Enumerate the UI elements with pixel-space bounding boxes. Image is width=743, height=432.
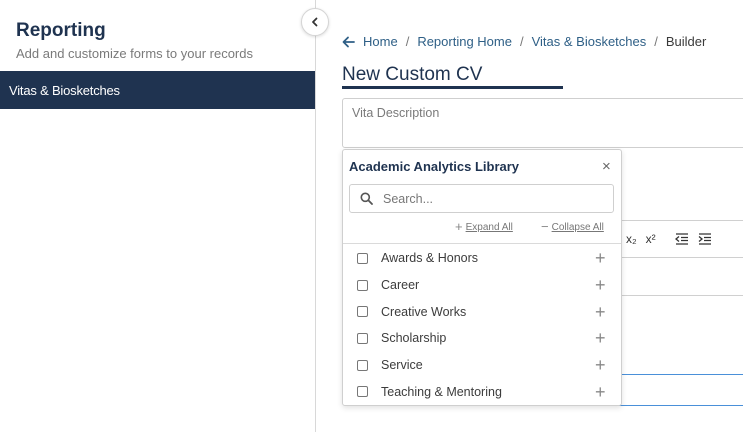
sidebar: Reporting Add and customize forms to you… <box>0 0 316 432</box>
subscript-button[interactable]: x₂ <box>626 232 637 246</box>
library-title: Academic Analytics Library <box>349 159 520 174</box>
plus-icon: + <box>455 219 463 234</box>
expand-all-button[interactable]: + Expand All <box>455 219 513 234</box>
library-item-label: Creative Works <box>381 304 467 319</box>
library-item-career[interactable]: Career + <box>343 272 621 299</box>
indent-icon[interactable] <box>698 233 712 245</box>
sidebar-title: Reporting <box>16 20 106 41</box>
library-item-label: Scholarship <box>381 331 447 346</box>
library-item-awards-honors[interactable]: Awards & Honors + <box>343 245 621 272</box>
checkbox[interactable] <box>357 386 368 398</box>
checkbox[interactable] <box>357 332 368 344</box>
breadcrumb: Home / Reporting Home / Vitas & Biosketc… <box>342 34 706 49</box>
minus-icon: − <box>541 219 549 234</box>
search-icon <box>360 192 373 205</box>
superscript-button[interactable]: x² <box>646 232 656 246</box>
checkbox[interactable] <box>357 252 368 264</box>
breadcrumb-vitas-biosketches[interactable]: Vitas & Biosketches <box>532 34 647 49</box>
library-item-service[interactable]: Service + <box>343 352 621 379</box>
library-item-label: Service <box>381 358 423 373</box>
breadcrumb-separator: / <box>654 34 658 49</box>
library-item-label: Teaching & Mentoring <box>381 384 502 399</box>
add-icon[interactable]: + <box>595 383 606 401</box>
sidebar-item-vitas-biosketches[interactable]: Vitas & Biosketches <box>0 71 315 109</box>
breadcrumb-separator: / <box>405 34 410 49</box>
add-icon[interactable]: + <box>595 329 606 347</box>
outdent-icon[interactable] <box>674 233 689 245</box>
library-item-label: Awards & Honors <box>381 251 479 266</box>
library-item-creative-works[interactable]: Creative Works + <box>343 298 621 325</box>
breadcrumb-reporting-home[interactable]: Reporting Home <box>417 34 512 49</box>
breadcrumb-separator: / <box>519 34 524 49</box>
breadcrumb-current: Builder <box>665 34 707 49</box>
add-icon[interactable]: + <box>595 303 606 321</box>
library-item-scholarship[interactable]: Scholarship + <box>343 325 621 352</box>
collapse-all-label: Collapse All <box>551 221 604 233</box>
sidebar-subtitle: Add and customize forms to your records <box>16 46 253 61</box>
title-underline <box>342 86 563 89</box>
editor-body[interactable] <box>616 258 743 296</box>
checkbox[interactable] <box>357 306 368 318</box>
collapse-all-button[interactable]: − Collapse All <box>541 219 604 234</box>
library-search-input[interactable] <box>383 191 583 206</box>
library-tools: + Expand All − Collapse All <box>343 219 621 243</box>
add-icon[interactable]: + <box>595 276 606 294</box>
back-arrow-icon[interactable] <box>342 36 355 48</box>
add-icon[interactable]: + <box>595 249 606 267</box>
library-list: Awards & Honors + Career + Creative Work… <box>343 245 621 405</box>
expand-all-label: Expand All <box>465 221 513 233</box>
editor-toolbar: x₂ x² <box>616 220 743 258</box>
checkbox[interactable] <box>357 359 368 371</box>
library-item-label: Career <box>381 278 420 293</box>
close-icon[interactable]: × <box>602 159 611 175</box>
breadcrumb-home[interactable]: Home <box>363 34 398 49</box>
library-item-teaching-mentoring[interactable]: Teaching & Mentoring + <box>343 378 621 405</box>
add-icon[interactable]: + <box>595 356 606 374</box>
academic-analytics-library-panel: Academic Analytics Library × + Expand Al… <box>342 149 622 406</box>
library-search <box>349 184 614 213</box>
checkbox[interactable] <box>357 279 368 291</box>
vita-description-field[interactable]: Vita Description <box>342 98 743 148</box>
cv-title-field[interactable]: New Custom CV <box>342 64 482 86</box>
divider <box>343 243 621 244</box>
